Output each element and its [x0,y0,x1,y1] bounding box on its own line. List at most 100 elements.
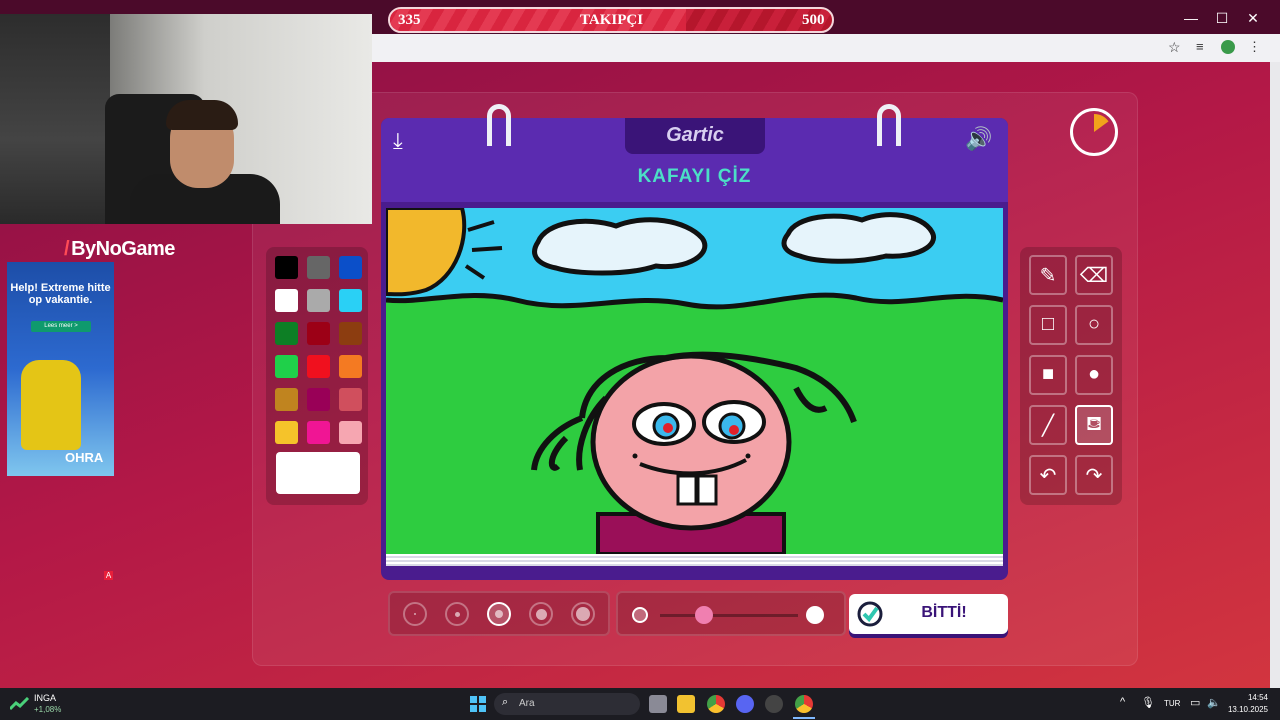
language-indicator[interactable]: TUR [1164,699,1180,708]
stock-chart-icon [10,697,30,711]
binder-ring-right [877,104,901,146]
color-swatch[interactable] [339,256,362,279]
opacity-max-icon [806,606,824,624]
brush-size-option[interactable] [403,602,427,626]
tool-button[interactable]: ↷ [1075,455,1113,495]
undo-icon: ↶ [1039,465,1057,487]
brush-size-option[interactable] [571,602,595,626]
brand-name: ByNoGame [71,238,175,260]
tool-button[interactable]: ⛾ [1075,405,1113,445]
discord-icon[interactable] [736,695,754,713]
bookmark-star-icon[interactable]: ☆ [1168,39,1181,56]
follower-current: 335 [398,12,421,28]
circle-fill-icon: ● [1087,363,1101,385]
color-swatch[interactable] [275,388,298,411]
profile-avatar[interactable] [1221,40,1235,54]
ad-person-image [21,360,81,450]
timer-elapsed-wedge [1094,114,1109,132]
minimize-icon[interactable]: — [1176,6,1206,30]
volume-icon[interactable]: 🔈 [1207,696,1221,709]
file-explorer-icon[interactable] [677,695,695,713]
tool-button[interactable]: ✎ [1029,255,1067,295]
color-swatch[interactable] [307,355,330,378]
brush-size-dot [495,610,503,618]
tool-button[interactable]: □ [1029,305,1067,345]
close-icon[interactable]: ✕ [1238,6,1268,30]
follower-goal: 500 [802,12,825,28]
brush-size-option[interactable] [445,602,469,626]
start-icon[interactable] [470,696,486,712]
color-swatch[interactable] [307,289,330,312]
follower-label: TAKIPÇI [580,12,644,28]
sound-icon[interactable]: 🔊 [965,126,992,152]
clock-time[interactable]: 14:54 [1236,693,1268,702]
brush-size-dot [535,608,547,620]
address-bar[interactable]: ☆ ≡ ⋮ [372,34,1280,62]
color-swatch[interactable] [339,421,362,444]
brush-size-option[interactable] [487,602,511,626]
color-swatch[interactable] [307,322,330,345]
ad-choices-icon[interactable]: A [104,571,113,580]
webcam-person-hair [166,100,238,130]
logo-tab: Gartic [625,118,765,154]
stock-name[interactable]: INGA [34,693,56,703]
menu-icon[interactable]: ⋮ [1248,39,1261,55]
brush-size-dot [576,607,590,621]
taskbar-search[interactable]: ⌕ Ara [494,693,640,715]
task-view-icon[interactable] [649,695,667,713]
stock-change: +1,08% [34,705,62,714]
maximize-icon[interactable]: ☐ [1207,6,1237,30]
color-swatch[interactable] [275,322,298,345]
color-swatch[interactable] [339,355,362,378]
binder-ring-left [487,104,511,146]
color-swatch[interactable] [339,289,362,312]
chrome-profile-icon[interactable] [795,695,813,713]
color-swatch[interactable] [307,388,330,411]
media-icon[interactable]: ≡ [1196,39,1204,54]
color-swatch[interactable] [275,421,298,444]
color-swatch[interactable] [339,322,362,345]
tray-chevron-icon[interactable]: ^ [1120,696,1125,708]
line-icon: ╱ [1041,415,1055,437]
download-icon[interactable]: ⤓ [393,128,403,154]
done-label: BİTTİ! [921,604,967,621]
opacity-slider[interactable] [616,591,846,636]
drawing-canvas[interactable] [386,208,1003,554]
tool-button[interactable]: ● [1075,355,1113,395]
tool-button[interactable]: ■ [1029,355,1067,395]
current-color-swatch [276,452,360,494]
obs-icon[interactable] [765,695,783,713]
card-page-edges [386,554,1003,566]
clock-date[interactable]: 13.10.2025 [1222,705,1268,714]
cloud-left [532,217,708,276]
advertisement[interactable]: Help! Extreme hitte op vakantie. Lees me… [7,262,114,476]
search-placeholder: Ara [519,698,535,709]
network-icon[interactable]: ▭ [1190,696,1200,709]
tool-button[interactable]: ○ [1075,305,1113,345]
brand-logo[interactable]: / ByNoGame [64,238,175,261]
ad-title: Help! Extreme hitte op vakantie. [10,282,111,306]
fill-bucket-icon: ⛾ [1085,413,1103,435]
page-scrollbar[interactable] [1270,62,1280,688]
done-button[interactable]: BİTTİ! [849,594,1008,634]
drawing-prompt: KAFAYI ÇİZ [637,166,752,187]
microphone-icon[interactable]: 🎙 [1141,696,1155,709]
ad-brand: OHRA [65,450,104,465]
brush-size-option[interactable] [529,602,553,626]
ad-button[interactable]: Lees meer > [31,321,91,332]
chrome-icon[interactable] [707,695,725,713]
color-swatch[interactable] [339,388,362,411]
color-swatch[interactable] [307,256,330,279]
color-palette [266,247,368,505]
tool-button[interactable]: ╱ [1029,405,1067,445]
color-swatch[interactable] [275,355,298,378]
tool-button[interactable]: ↶ [1029,455,1067,495]
color-swatch[interactable] [275,289,298,312]
tool-button[interactable]: ⌫ [1075,255,1113,295]
pupil-left [663,423,673,433]
color-swatch[interactable] [275,256,298,279]
opacity-thumb[interactable] [695,606,714,624]
color-swatch[interactable] [307,421,330,444]
circle-outline-icon: ○ [1087,313,1101,335]
rectangle-outline-icon: □ [1041,313,1055,335]
